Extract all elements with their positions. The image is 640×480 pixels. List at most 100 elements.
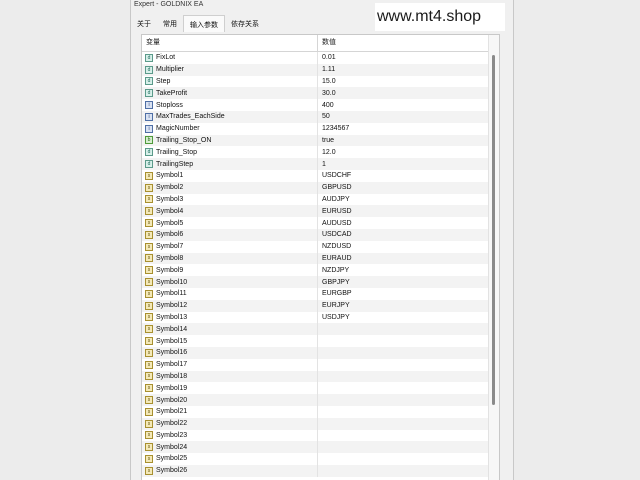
table-row[interactable]: s Symbol12 EURJPY (142, 299, 488, 312)
table-row[interactable]: s Symbol21 (142, 405, 488, 418)
tab-common[interactable]: 常用 (157, 15, 183, 32)
parameter-value[interactable]: 1234567 (318, 125, 349, 132)
vertical-scrollbar[interactable] (488, 35, 499, 480)
double-icon: d (145, 148, 153, 157)
table-row[interactable]: s Symbol22 (142, 417, 488, 430)
table-row[interactable]: s Symbol17 (142, 358, 488, 371)
parameter-value[interactable]: 400 (318, 102, 334, 109)
string-icon: s (145, 289, 153, 298)
string-icon: s (145, 407, 153, 416)
table-row[interactable]: s Symbol1 USDCHF (142, 169, 488, 182)
table-row[interactable]: s Symbol19 (142, 382, 488, 395)
expert-window: Expert - GOLDNIX EA 关于 常用 输入参数 依存关系 www.… (130, 0, 514, 480)
table-row[interactable]: s Symbol10 GBPJPY (142, 276, 488, 288)
parameter-value[interactable]: AUDJPY (318, 196, 350, 203)
table-row[interactable]: s Symbol20 (142, 394, 488, 406)
parameter-value[interactable]: 0.01 (318, 54, 336, 61)
table-row[interactable]: d TrailingStep 1 (142, 158, 488, 170)
parameter-value[interactable]: true (318, 137, 334, 144)
parameter-name-cell: s Symbol8 (142, 252, 318, 265)
tab-inputs[interactable]: 输入参数 (183, 15, 225, 32)
parameter-name: Symbol8 (156, 254, 184, 262)
tab-dependencies[interactable]: 依存关系 (225, 15, 265, 32)
table-row[interactable]: s Symbol7 NZDUSD (142, 240, 488, 253)
string-icon: s (145, 207, 153, 216)
parameter-value[interactable]: EURJPY (318, 302, 350, 309)
parameter-value[interactable]: NZDJPY (318, 267, 349, 274)
column-header-value[interactable]: 数值 (318, 35, 336, 51)
parameter-name-cell: s Symbol22 (142, 417, 318, 430)
table-row[interactable]: s Symbol14 (142, 323, 488, 336)
string-icon: s (145, 313, 153, 322)
double-icon: d (145, 65, 153, 74)
parameter-value[interactable]: USDCAD (318, 231, 352, 238)
table-row[interactable]: s Symbol9 NZDJPY (142, 264, 488, 277)
string-icon: s (145, 195, 153, 204)
double-icon: d (145, 89, 153, 98)
parameter-value[interactable]: USDCHF (318, 172, 351, 179)
table-row[interactable]: d Step 15.0 (142, 75, 488, 88)
parameter-value[interactable]: EURUSD (318, 208, 352, 215)
parameter-name: Symbol7 (156, 243, 184, 251)
parameter-value[interactable]: EURAUD (318, 255, 352, 262)
parameter-value[interactable]: 15.0 (318, 78, 336, 85)
table-row[interactable]: s Symbol6 USDCAD (142, 228, 488, 241)
parameter-value[interactable]: GBPJPY (318, 279, 350, 286)
table-row[interactable]: s Symbol18 (142, 370, 488, 383)
parameter-name: Symbol26 (156, 467, 188, 475)
parameter-value[interactable]: 50 (318, 113, 330, 120)
parameter-name-cell: s Symbol17 (142, 358, 318, 371)
table-row[interactable]: d Multiplier 1.11 (142, 63, 488, 76)
parameter-name-cell: d TakeProfit (142, 87, 318, 100)
parameter-name: Symbol15 (156, 337, 188, 345)
table-row[interactable]: d FixLot 0.01 (142, 52, 488, 64)
table-row[interactable]: s Symbol23 (142, 429, 488, 442)
parameter-value[interactable]: NZDUSD (318, 243, 351, 250)
table-row[interactable]: s Symbol24 (142, 441, 488, 454)
string-icon: s (145, 384, 153, 393)
table-row[interactable]: d Trailing_Stop 12.0 (142, 146, 488, 159)
tab-about[interactable]: 关于 (131, 15, 157, 32)
parameter-value[interactable]: 1 (318, 161, 326, 168)
parameter-value[interactable]: USDJPY (318, 314, 350, 321)
table-row[interactable]: d TakeProfit 30.0 (142, 87, 488, 100)
table-row[interactable]: s Symbol11 EURGBP (142, 287, 488, 300)
parameter-value[interactable]: 1.11 (318, 66, 335, 73)
table-row[interactable]: s Symbol4 EURUSD (142, 205, 488, 218)
table-row[interactable]: s Symbol25 (142, 453, 488, 465)
table-row[interactable]: i MaxTrades_EachSide 50 (142, 110, 488, 123)
table-row[interactable]: s Symbol2 GBPUSD (142, 181, 488, 194)
table-row[interactable]: s Symbol15 (142, 335, 488, 347)
column-header-variable[interactable]: 变量 (142, 35, 318, 51)
double-icon: d (145, 160, 153, 169)
parameter-name-cell: s Symbol24 (142, 441, 318, 454)
parameter-name: Trailing_Stop_ON (156, 136, 212, 144)
parameter-name-cell: b Trailing_Stop_ON (142, 134, 318, 147)
table-row[interactable]: s Symbol5 AUDUSD (142, 217, 488, 229)
table-row[interactable]: i Stoploss 400 (142, 99, 488, 111)
table-row[interactable]: s Symbol13 USDJPY (142, 311, 488, 324)
parameter-name: Step (156, 77, 171, 85)
parameter-name-cell: s Symbol25 (142, 453, 318, 465)
parameter-value[interactable]: 12.0 (318, 149, 336, 156)
parameter-name-cell: i MagicNumber (142, 122, 318, 135)
parameter-name-cell: d Trailing_Stop (142, 146, 318, 159)
parameter-name-cell: s Symbol19 (142, 382, 318, 395)
table-row[interactable]: i MagicNumber 1234567 (142, 122, 488, 135)
parameter-value[interactable]: 30.0 (318, 90, 336, 97)
parameter-value[interactable]: AUDUSD (318, 220, 352, 227)
parameter-value[interactable]: EURGBP (318, 290, 352, 297)
parameter-name-cell: s Symbol14 (142, 323, 318, 336)
parameter-name: FixLot (156, 54, 176, 62)
scrollbar-thumb[interactable] (492, 55, 495, 405)
table-row[interactable]: s Symbol3 AUDJPY (142, 193, 488, 206)
parameter-name: Symbol21 (156, 408, 188, 416)
table-row[interactable]: b Trailing_Stop_ON true (142, 134, 488, 147)
table-row[interactable]: s Symbol8 EURAUD (142, 252, 488, 265)
parameter-name-cell: s Symbol21 (142, 405, 318, 418)
parameter-value[interactable]: GBPUSD (318, 184, 352, 191)
parameter-name: Stoploss (156, 101, 183, 109)
table-row[interactable]: s Symbol26 (142, 464, 488, 477)
watermark-text: www.mt4.shop (375, 3, 505, 31)
table-row[interactable]: s Symbol16 (142, 346, 488, 359)
